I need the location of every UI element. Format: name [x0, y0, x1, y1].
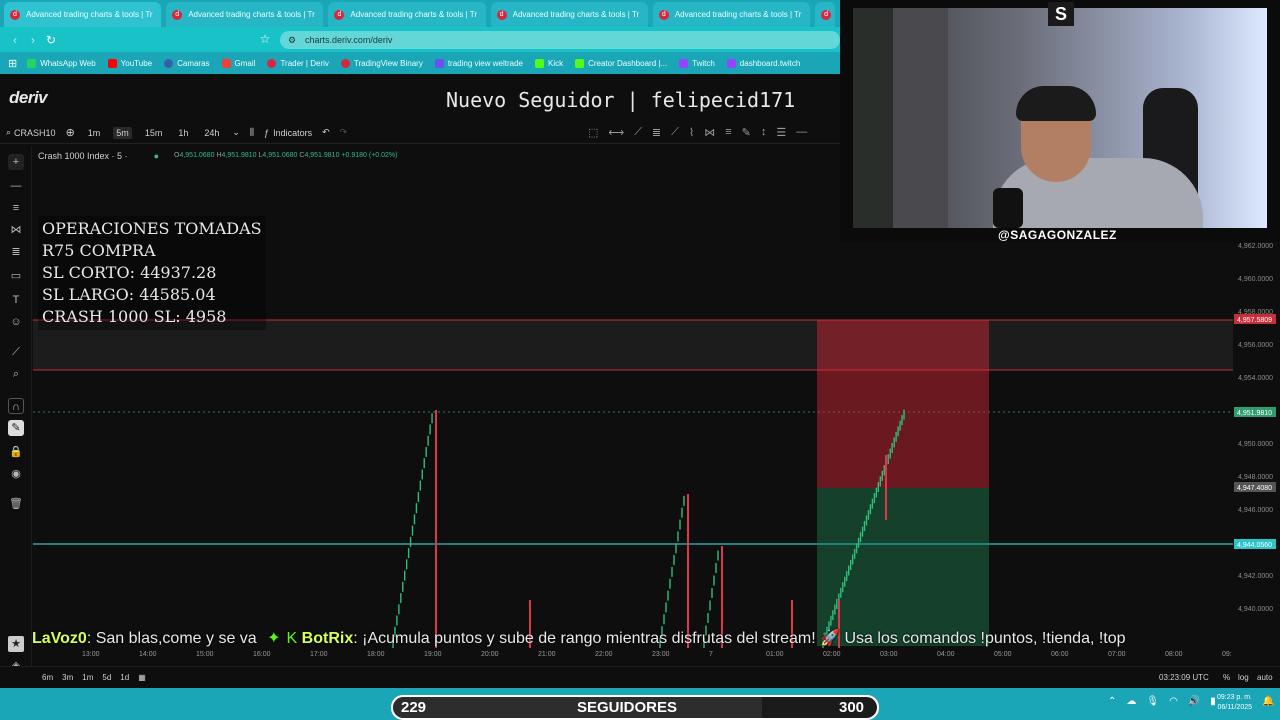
price-axis-label: 4,942.0000 — [1238, 573, 1273, 580]
operation-line: SL LARGO: 44585.04 — [42, 285, 216, 304]
price-tag-label: 4,944.0560 — [1237, 542, 1272, 549]
operation-line: CRASH 1000 SL: 4958 — [42, 307, 227, 326]
short-position-target-zone — [817, 488, 989, 646]
microphone-icon[interactable]: 🎙 — [1146, 696, 1159, 707]
webcam-feed — [853, 8, 1267, 228]
period-1m[interactable]: 1m — [82, 673, 93, 682]
kick-icon: K — [286, 630, 298, 647]
time-axis-label: 18:00 — [367, 651, 385, 658]
price-axis: 4,962.00004,960.00004,958.00004,956.0000… — [1234, 243, 1276, 613]
operation-line: R75 COMPRA — [42, 241, 156, 260]
time-axis-label: 13:00 — [82, 651, 100, 658]
time-axis-label: 7 — [709, 651, 713, 658]
time-axis-label: 02:00 — [823, 651, 841, 658]
chart-bottom-bar: 6m 3m 1m 5d 1d ▦ 03:23:09 UTC % log auto — [0, 666, 1280, 688]
badge-icon: ✦ — [267, 630, 281, 647]
price-axis-label: 4,962.0000 — [1238, 243, 1273, 250]
follower-goal-bar: 229 SEGUIDORES 300 — [391, 695, 879, 720]
time-axis-label: 15:00 — [196, 651, 214, 658]
time-axis-label: 07:00 — [1108, 651, 1126, 658]
time-axis-label: 17:00 — [310, 651, 328, 658]
cloud-icon[interactable]: ☁ — [1126, 696, 1136, 707]
time-axis-label: 20:00 — [481, 651, 499, 658]
system-clock[interactable]: 09:23 p. m. 06/11/2025 — [1210, 693, 1252, 713]
price-tag-label: 4,957.5809 — [1237, 317, 1272, 324]
volume-icon[interactable]: 🔊 — [1188, 696, 1200, 707]
short-position-stop-zone — [817, 320, 989, 488]
calendar-icon[interactable]: ▦ — [138, 673, 146, 682]
person-shirt — [993, 158, 1203, 228]
price-axis-label: 4,946.0000 — [1238, 507, 1273, 514]
log-toggle[interactable]: log — [1238, 673, 1249, 682]
ohlc-readout: O4,951.0680 H4,951.9810 L4,951.0680 C4,9… — [174, 152, 398, 159]
period-3m[interactable]: 3m — [62, 673, 73, 682]
market-status-dot-icon: ● — [153, 151, 159, 161]
time-axis-label: 06:00 — [1051, 651, 1069, 658]
notification-icon[interactable]: 🔔 — [1262, 696, 1274, 707]
period-1d[interactable]: 1d — [120, 673, 129, 682]
price-tag-label: 4,951.9810 — [1237, 410, 1272, 417]
webcam-handle: @SAGAGONZALEZ — [998, 228, 1117, 242]
price-axis-label: 4,950.0000 — [1238, 441, 1273, 448]
chart-legend: Crash 1000 Index · 5 · ● — [38, 151, 159, 161]
time-axis: 13:00 14:00 15:00 16:00 17:00 18:00 19:00 20:00… — [32, 648, 1232, 664]
time-axis-label: 21:00 — [538, 651, 556, 658]
price-axis-label: 4,954.0000 — [1238, 375, 1273, 382]
price-axis-label: 4,948.0000 — [1238, 474, 1273, 481]
auto-toggle[interactable]: auto — [1257, 673, 1273, 682]
time-axis-label: 22:00 — [595, 651, 613, 658]
time-axis-label: 04:00 — [937, 651, 955, 658]
time-axis-label: 19:00 — [424, 651, 442, 658]
time-axis-label: 09: — [1222, 651, 1232, 658]
period-6m[interactable]: 6m — [42, 673, 53, 682]
time-axis-label: 23:00 — [652, 651, 670, 658]
follower-label: SEGUIDORES — [577, 699, 678, 716]
percent-toggle[interactable]: % — [1223, 673, 1230, 682]
time-axis-label: 01:00 — [766, 651, 784, 658]
period-5d[interactable]: 5d — [102, 673, 111, 682]
person-hair — [1016, 86, 1096, 121]
time-axis-label: 08:00 — [1165, 651, 1183, 658]
price-axis-label: 4,940.0000 — [1238, 606, 1273, 613]
operations-title: OPERACIONES TOMADAS — [42, 219, 262, 238]
price-axis-label: 4,956.0000 — [1238, 342, 1273, 349]
shelf — [893, 8, 948, 228]
operations-overlay: OPERACIONES TOMADAS R75 COMPRA SL CORTO:… — [38, 216, 266, 330]
time-axis-label: 16:00 — [253, 651, 271, 658]
chat-ticker: LaVoz0: San blas,come y se va ✦ K BotRix:… — [32, 630, 1126, 647]
time-axis-label: 05:00 — [994, 651, 1012, 658]
price-axis-label: 4,960.0000 — [1238, 276, 1273, 283]
time-axis-label: 03:00 — [880, 651, 898, 658]
operation-line: SL CORTO: 44937.28 — [42, 263, 217, 282]
channel-logo-icon: S — [1048, 2, 1074, 26]
chevron-up-icon[interactable]: ⌃ — [1108, 696, 1116, 707]
utc-clock: 03:23:09 UTC — [1159, 673, 1209, 682]
time-axis-label: 14:00 — [139, 651, 157, 658]
follower-count: 229 — [401, 699, 427, 716]
wifi-icon[interactable]: ◠ — [1169, 696, 1178, 707]
price-tag-label: 4,947.4080 — [1237, 485, 1272, 492]
follower-goal: 300 — [839, 699, 865, 716]
microphone — [993, 188, 1023, 228]
